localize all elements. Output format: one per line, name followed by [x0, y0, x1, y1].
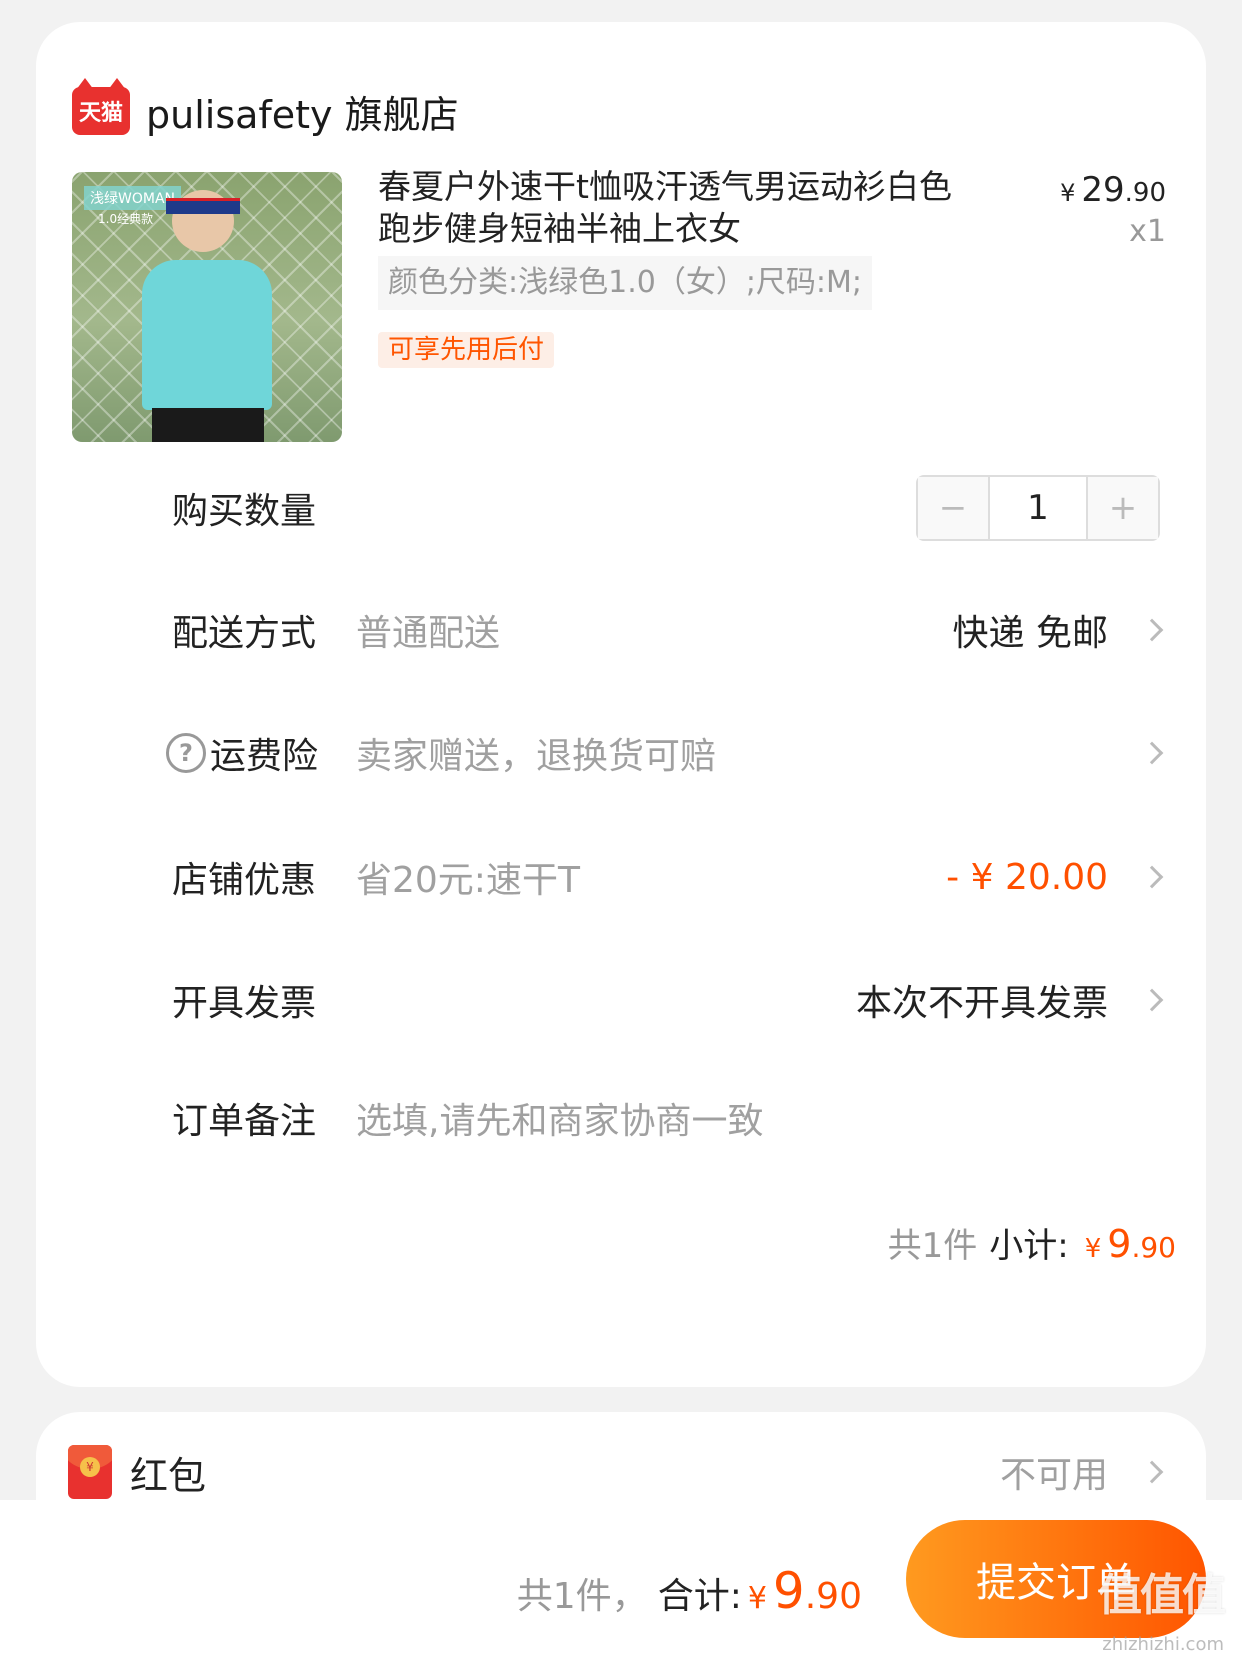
product-price: ¥29.90 — [1060, 170, 1166, 210]
quantity-label: 购买数量 — [172, 491, 317, 532]
product-image-subbadge: 1.0经典款 — [98, 212, 154, 226]
red-packet-label: 红包 — [130, 1453, 207, 1498]
product-image[interactable]: 浅绿WOMAN 1.0经典款 — [72, 172, 342, 442]
delivery-desc: 普通配送 — [356, 613, 501, 654]
quantity-value[interactable]: 1 — [988, 477, 1088, 539]
product-price-dec: .90 — [1124, 178, 1166, 208]
product-title[interactable]: 春夏户外速干t恤吸汗透气男运动衫白色跑步健身短袖半袖上衣女 — [378, 166, 978, 250]
insurance-label: ? 运费险 — [166, 727, 322, 779]
model-shirt — [142, 260, 272, 410]
order-note-row[interactable]: 订单备注 选填,请先和商家协商一致 — [172, 1088, 1170, 1148]
pay-later-tag: 可享先用后付 — [378, 332, 555, 368]
quantity-plus-button[interactable]: + — [1088, 477, 1158, 539]
red-packet-coin: ¥ — [80, 1457, 100, 1477]
product-qty: x1 — [1129, 214, 1166, 249]
product-price-int: 29 — [1081, 170, 1125, 210]
store-discount-label: 店铺优惠 — [172, 860, 317, 901]
shop-name[interactable]: pulisafety 旗舰店 — [146, 84, 459, 139]
total-int: 9 — [772, 1562, 805, 1620]
tmall-logo-text: 天猫 — [78, 101, 123, 126]
chevron-right-icon — [1140, 1460, 1164, 1484]
order-note-input[interactable]: 选填,请先和商家协商一致 — [356, 1092, 1170, 1144]
order-total: 共1件， 合计: ¥ 9 .90 — [517, 1562, 862, 1620]
store-order-card: 天猫 pulisafety 旗舰店 浅绿WOMAN 1.0经典款 春夏户外速干t… — [36, 22, 1206, 1387]
model-pants — [152, 408, 264, 442]
red-packet-icon: ¥ — [68, 1445, 112, 1499]
red-packet-row[interactable]: ¥ 红包 不可用 — [68, 1442, 1170, 1502]
store-discount-desc: 省20元:速干T — [356, 860, 580, 901]
subtotal-dec: .90 — [1131, 1231, 1176, 1264]
total-dec: .90 — [804, 1576, 862, 1617]
subtotal-label: 小计: — [989, 1226, 1069, 1266]
chevron-right-icon — [1140, 988, 1164, 1012]
quantity-minus-button[interactable]: − — [918, 477, 988, 539]
order-note-label: 订单备注 — [172, 1101, 317, 1142]
total-currency: ¥ — [747, 1581, 767, 1616]
product-sku[interactable]: 颜色分类:浅绿色1.0（女）;尺码:M; — [378, 256, 873, 310]
checkout-bar: 共1件， 合计: ¥ 9 .90 提交订单 值值值 zhizhizhi.com — [0, 1500, 1242, 1663]
question-circle-icon[interactable]: ? — [166, 733, 206, 773]
insurance-label-text: 运费险 — [210, 736, 319, 777]
invoice-value: 本次不开具发票 — [855, 983, 1108, 1024]
insurance-row[interactable]: ? 运费险 卖家赠送，退换货可赔 — [166, 723, 1170, 783]
watermark-url: zhizhizhi.com — [1102, 1634, 1224, 1655]
subtotal-int: 9 — [1107, 1222, 1132, 1266]
quantity-row: 购买数量 − 1 + — [172, 475, 1170, 541]
delivery-row[interactable]: 配送方式 普通配送 快递 免邮 — [172, 600, 1170, 660]
insurance-desc: 卖家赠送，退换货可赔 — [356, 736, 717, 777]
red-packet-value: 不可用 — [999, 1455, 1108, 1496]
model-headband — [166, 198, 240, 214]
watermark-logo: 值值值 — [1098, 1570, 1226, 1621]
total-label: 合计: — [657, 1576, 742, 1617]
total-count: 共1件， — [516, 1576, 648, 1617]
chevron-right-icon — [1140, 865, 1164, 889]
delivery-label: 配送方式 — [172, 613, 317, 654]
subtotal-currency: ¥ — [1084, 1234, 1102, 1264]
chevron-right-icon — [1140, 618, 1164, 642]
product-price-currency: ¥ — [1060, 179, 1076, 207]
store-discount-value: - ¥ 20.00 — [946, 856, 1108, 898]
invoice-label: 开具发票 — [172, 983, 317, 1024]
chevron-right-icon — [1140, 741, 1164, 765]
subtotal: 共1件 小计: ¥ 9 .90 — [888, 1218, 1176, 1267]
store-discount-row[interactable]: 店铺优惠 省20元:速干T - ¥ 20.00 — [172, 847, 1170, 907]
invoice-row[interactable]: 开具发票 本次不开具发票 — [172, 970, 1170, 1030]
tmall-logo: 天猫 — [72, 78, 130, 135]
delivery-value: 快递 免邮 — [952, 613, 1108, 654]
quantity-stepper[interactable]: − 1 + — [916, 475, 1160, 541]
shop-header[interactable]: 天猫 pulisafety 旗舰店 — [72, 66, 459, 156]
subtotal-count: 共1件 — [887, 1226, 978, 1266]
